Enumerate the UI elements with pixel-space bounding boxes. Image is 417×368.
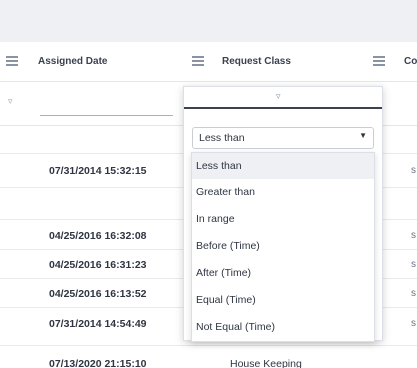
option-not-equal-time[interactable]: Not Equal (Time) — [192, 314, 374, 340]
assigned-date-cell: 07/31/2014 15:32:15 — [49, 165, 147, 177]
option-in-range[interactable]: In range — [192, 206, 374, 232]
filter-tab[interactable]: ▿ — [184, 87, 382, 109]
request-class-cell: House Keeping — [230, 358, 302, 368]
edge-cell: s — [411, 259, 416, 270]
filter-funnel-icon[interactable]: ▿ — [8, 96, 13, 107]
column-header-assigned-date[interactable]: Assigned Date — [38, 56, 107, 67]
column-header-partial[interactable]: Co — [404, 56, 417, 67]
column-header-request-class[interactable]: Request Class — [222, 56, 291, 67]
edge-cell: s — [411, 318, 416, 329]
assigned-date-cell: 04/25/2016 16:32:08 — [49, 230, 147, 242]
table-row[interactable]: 07/13/2020 21:15:10 House Keeping — [0, 346, 417, 368]
assigned-date-cell: 04/25/2016 16:31:23 — [49, 259, 147, 271]
edge-cell: s — [411, 288, 416, 299]
filter-type-select[interactable]: Less than ▼ — [192, 127, 374, 149]
assigned-date-cell: 07/31/2014 14:54:49 — [49, 318, 147, 330]
filter-type-options: Less than Greater than In range Before (… — [191, 152, 375, 342]
option-less-than[interactable]: Less than — [192, 153, 374, 179]
assigned-date-filter-input[interactable] — [40, 98, 173, 116]
column-menu-icon[interactable] — [6, 56, 18, 66]
option-after-time[interactable]: After (Time) — [192, 260, 374, 286]
assigned-date-cell: 04/25/2016 16:13:52 — [49, 288, 147, 300]
edge-cell: s — [411, 165, 416, 176]
filter-funnel-icon: ▿ — [276, 91, 281, 101]
assigned-date-cell: 07/13/2020 21:15:10 — [49, 358, 147, 368]
option-before-time[interactable]: Before (Time) — [192, 233, 374, 259]
filter-type-value: Less than — [199, 132, 245, 144]
column-menu-icon[interactable] — [373, 56, 385, 66]
caret-down-icon: ▼ — [359, 131, 367, 140]
column-menu-icon[interactable] — [192, 56, 204, 66]
column-header-row: Assigned Date Request Class Co — [0, 42, 417, 82]
grid-toolbar — [0, 0, 417, 42]
option-equal-time[interactable]: Equal (Time) — [192, 287, 374, 313]
option-greater-than[interactable]: Greater than — [192, 179, 374, 205]
edge-cell: s — [411, 230, 416, 241]
